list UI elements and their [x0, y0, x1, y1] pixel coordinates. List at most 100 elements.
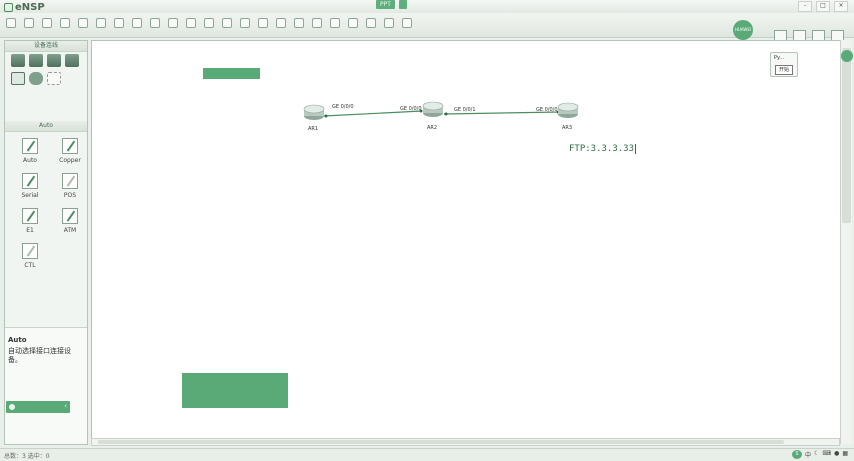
- router-ar3[interactable]: [557, 102, 579, 118]
- zoom-out-icon[interactable]: [276, 18, 286, 28]
- chevron-left-icon: ‹: [64, 402, 67, 410]
- ensp-logo-icon: [4, 2, 13, 12]
- app-title: eNSP: [15, 1, 45, 13]
- ime-language[interactable]: 中: [805, 450, 811, 459]
- title-center-button-1[interactable]: PPT: [376, 0, 395, 9]
- scroll-marker-icon: [841, 50, 853, 62]
- moon-icon[interactable]: ☾: [814, 450, 819, 459]
- undo-icon[interactable]: [114, 18, 124, 28]
- cli-icon[interactable]: [366, 18, 376, 28]
- switch-category-icon[interactable]: [29, 54, 43, 67]
- router-label: AR2: [427, 125, 438, 131]
- link-copper[interactable]: Copper: [52, 138, 88, 164]
- router-ar2[interactable]: [422, 101, 444, 117]
- delete-icon[interactable]: [186, 18, 196, 28]
- scroll-thumb[interactable]: [98, 440, 784, 444]
- port-dot: [324, 114, 328, 118]
- popup-start-button[interactable]: 开始: [775, 65, 793, 75]
- topology-icon[interactable]: [384, 18, 394, 28]
- app-logo: eNSP: [4, 1, 45, 13]
- router-ar1[interactable]: [303, 104, 325, 120]
- system-tray: S 中 ☾ ⌨ ● ▦: [792, 450, 848, 459]
- atm-link-icon: [62, 208, 78, 224]
- new-topo-icon[interactable]: [6, 18, 16, 28]
- info-bar[interactable]: ‹: [6, 401, 70, 413]
- link-e1[interactable]: E1: [12, 208, 48, 234]
- link-label: E1: [26, 227, 34, 234]
- move-icon[interactable]: [168, 18, 178, 28]
- fit-icon[interactable]: [294, 18, 304, 28]
- refresh-icon[interactable]: [402, 18, 412, 28]
- port-dot: [444, 112, 448, 116]
- links-header-wrap: Auto: [5, 121, 87, 132]
- auto-link-icon: [22, 138, 38, 154]
- router-category-icon[interactable]: [11, 54, 25, 67]
- topology-note[interactable]: FTP:3.3.3.33: [569, 144, 637, 154]
- open-icon[interactable]: [42, 18, 52, 28]
- minimize-button[interactable]: -: [798, 1, 812, 12]
- link-info-box: Auto 自动选择接口连接设备。 ‹: [5, 327, 87, 444]
- links-header: Auto: [5, 121, 87, 132]
- start-icon[interactable]: [312, 18, 322, 28]
- overlay-box-bottom: [182, 373, 288, 408]
- save-as-icon[interactable]: [78, 18, 88, 28]
- link-serial[interactable]: Serial: [12, 173, 48, 199]
- scroll-thumb[interactable]: [842, 48, 851, 223]
- cloud-category-icon[interactable]: [29, 72, 43, 85]
- link-label: POS: [63, 192, 77, 199]
- link-auto[interactable]: Auto: [12, 138, 48, 164]
- devices-header: 设备连线: [5, 41, 87, 52]
- close-button[interactable]: ×: [834, 1, 848, 12]
- title-center-button-2[interactable]: [398, 0, 407, 9]
- ime-icon[interactable]: S: [792, 450, 802, 459]
- zoom-in-icon[interactable]: [258, 18, 268, 28]
- link-atm[interactable]: ATM: [52, 208, 88, 234]
- link-ctl[interactable]: CTL: [12, 243, 48, 269]
- link-label: Serial: [21, 192, 39, 199]
- horizontal-scrollbar[interactable]: [91, 438, 840, 446]
- info-title: Auto: [8, 336, 27, 344]
- new-file-icon[interactable]: [24, 18, 34, 28]
- port-label: GE 0/0/0: [332, 104, 354, 110]
- copper-link-icon: [62, 138, 78, 154]
- device-category-grid: [11, 54, 79, 85]
- record-icon: [9, 404, 15, 410]
- palette-icon[interactable]: [240, 18, 250, 28]
- title-center-buttons: PPT: [376, 0, 407, 9]
- link-pos[interactable]: POS: [52, 173, 88, 199]
- router-label: AR1: [308, 126, 319, 132]
- capture-popup: Py... 开始: [770, 52, 798, 77]
- print-icon[interactable]: [96, 18, 106, 28]
- vertical-scrollbar[interactable]: [840, 40, 853, 444]
- save-icon[interactable]: [60, 18, 70, 28]
- redo-icon[interactable]: [132, 18, 142, 28]
- maximize-button[interactable]: □: [816, 1, 830, 12]
- clear-icon[interactable]: [204, 18, 214, 28]
- capture-icon[interactable]: [348, 18, 358, 28]
- mic-icon[interactable]: ●: [834, 450, 839, 459]
- link-category-icon[interactable]: [47, 72, 61, 85]
- info-description: 自动选择接口连接设备。: [8, 347, 71, 364]
- link-type-grid: Auto Copper Serial POS E1 ATM CTL: [12, 138, 88, 269]
- ctl-link-icon: [22, 243, 38, 259]
- select-icon[interactable]: [150, 18, 160, 28]
- e1-link-icon: [22, 208, 38, 224]
- wlan-category-icon[interactable]: [47, 54, 61, 67]
- status-bar: 总数：3 选中：0 S 中 ☾ ⌨ ● ▦: [0, 448, 854, 461]
- overlay-box-top: [203, 68, 260, 79]
- window-controls: - □ ×: [798, 1, 848, 12]
- keyboard-icon[interactable]: ⌨: [822, 450, 831, 459]
- link-label: ATM: [63, 227, 77, 234]
- huawei-logo: HUAWEI: [733, 20, 753, 40]
- port-label: GE 0/0/0: [536, 107, 558, 113]
- link-label: Auto: [23, 157, 37, 164]
- text-icon[interactable]: [222, 18, 232, 28]
- terminal-category-icon[interactable]: [11, 72, 25, 85]
- router-label: AR3: [562, 125, 573, 131]
- status-text: 总数：3 选中：0: [4, 453, 50, 460]
- firewall-category-icon[interactable]: [65, 54, 79, 67]
- pos-link-icon: [62, 173, 78, 189]
- stop-icon[interactable]: [330, 18, 340, 28]
- grid-icon[interactable]: ▦: [842, 450, 848, 459]
- left-panel: 设备连线 Auto Auto Copper Serial POS E1 ATM …: [4, 40, 88, 445]
